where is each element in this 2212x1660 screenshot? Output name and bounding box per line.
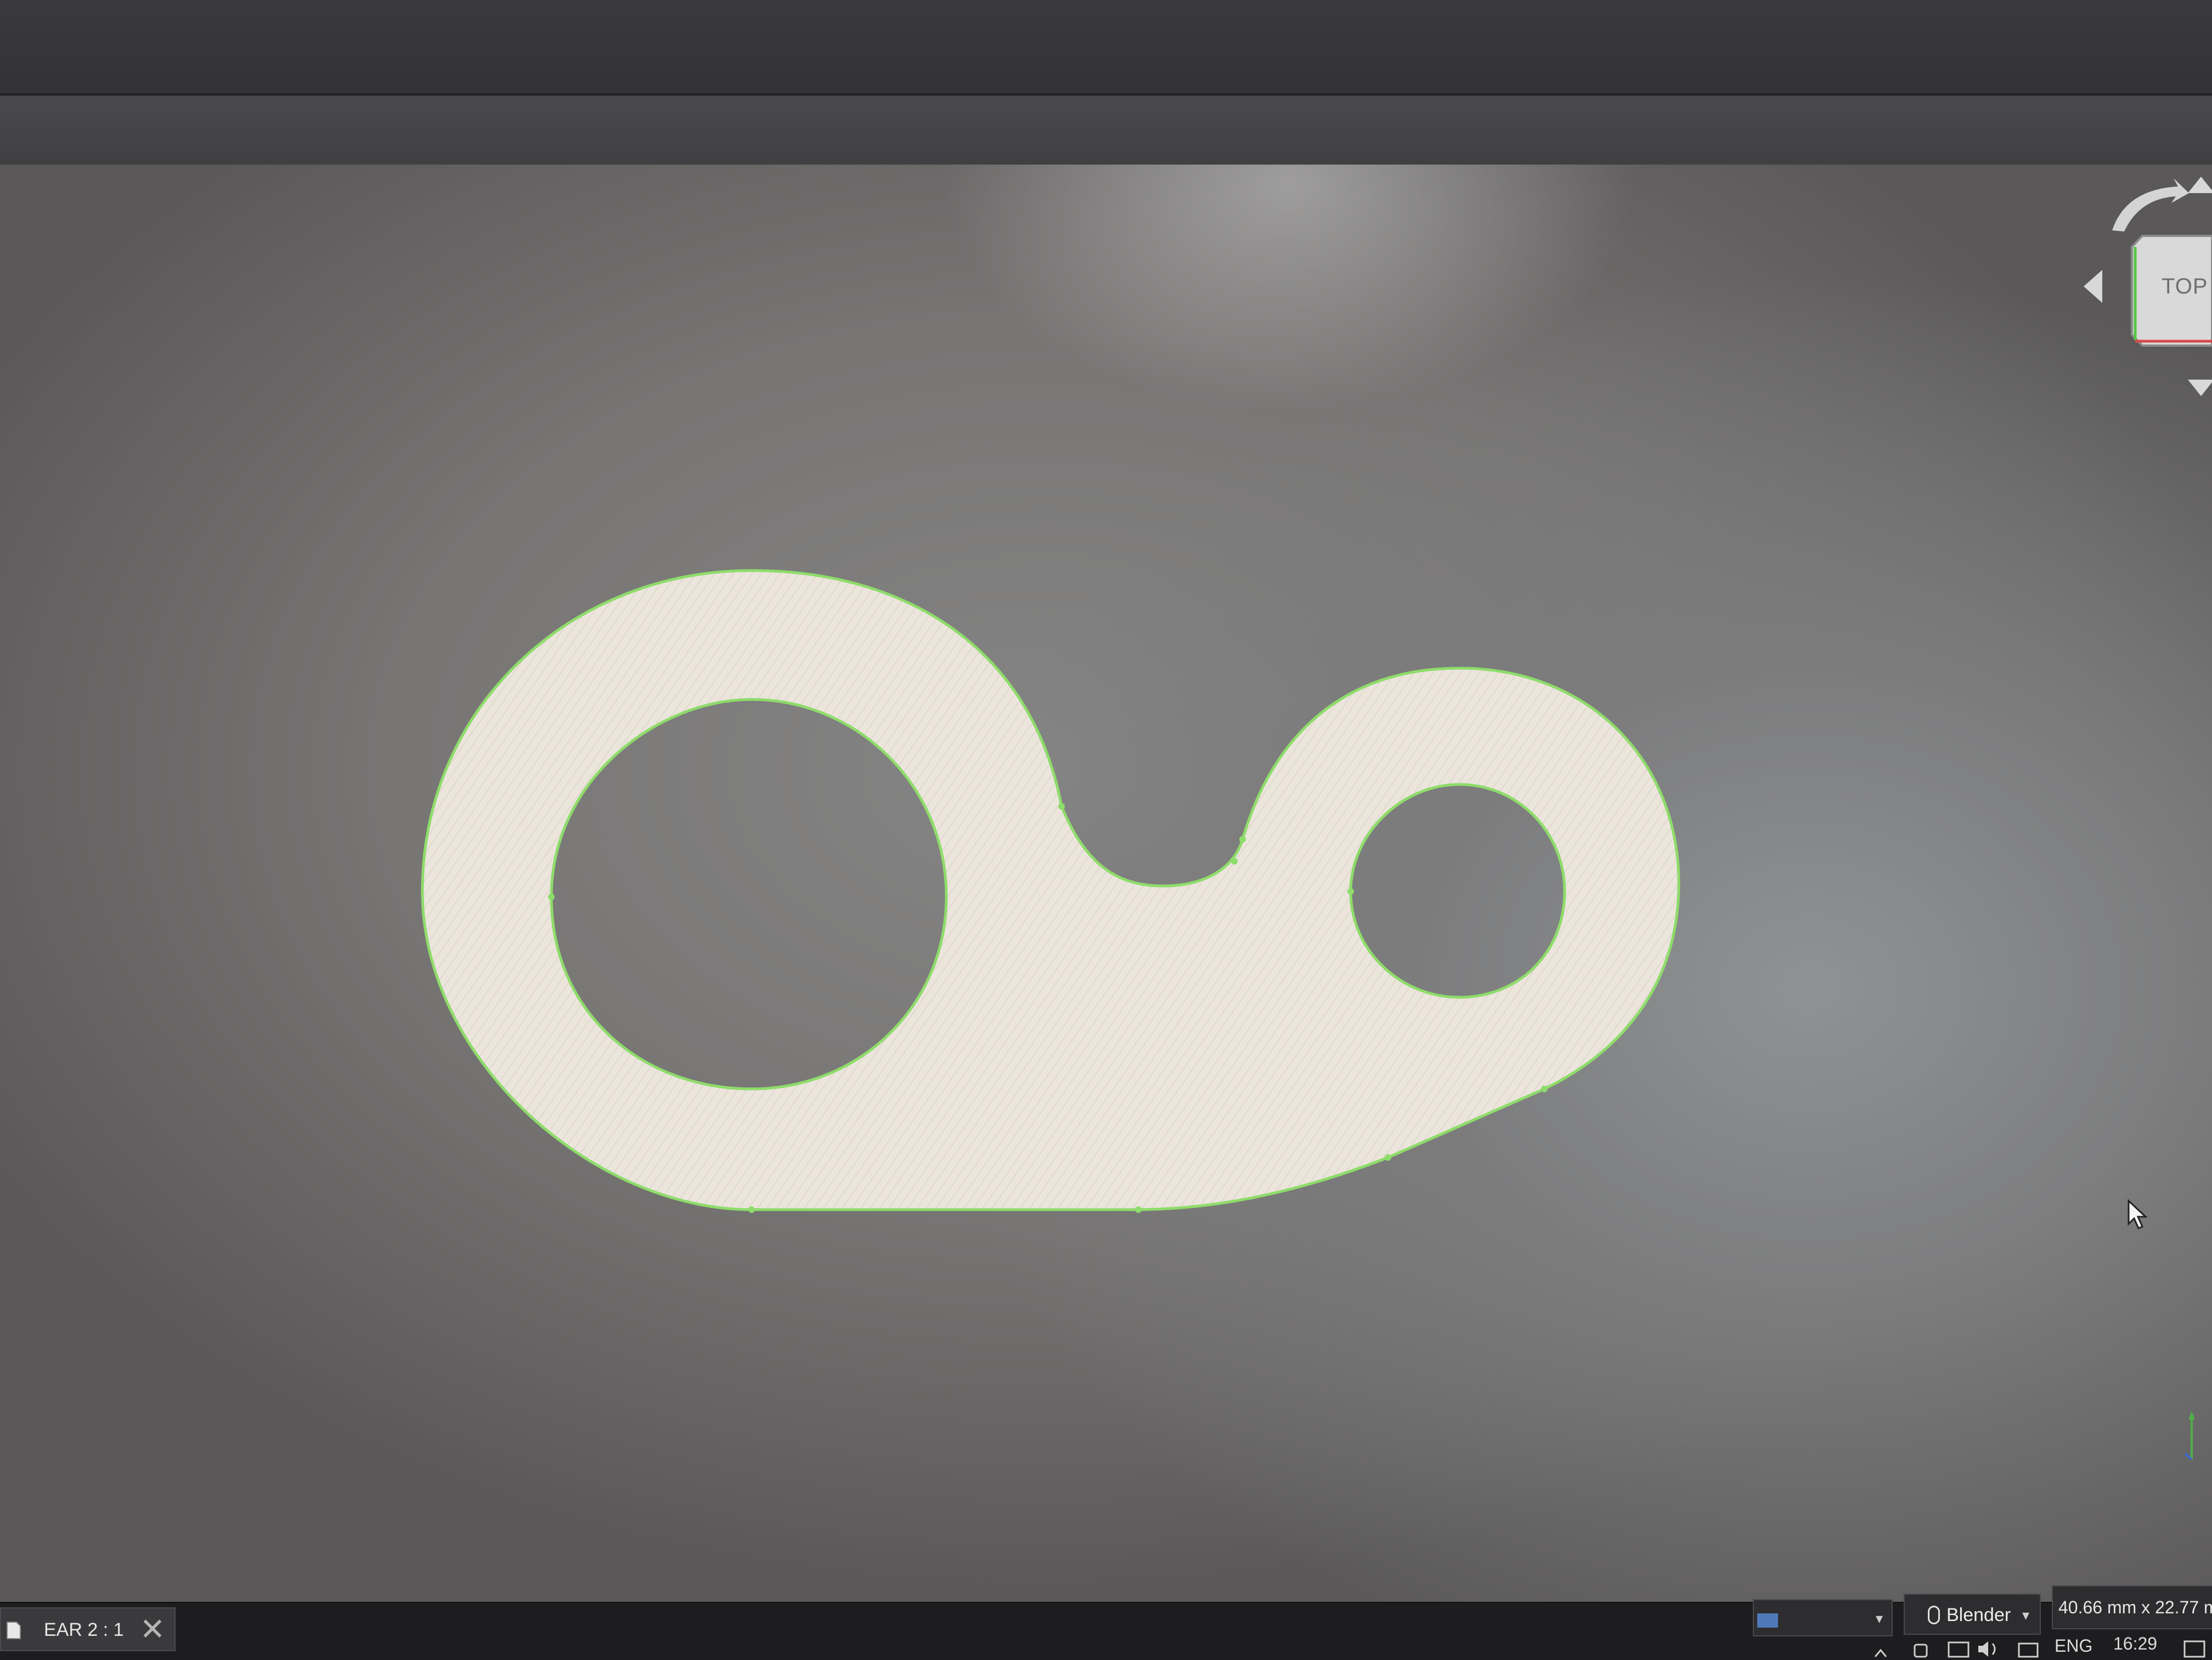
axis-indicator-icon bbox=[2184, 1411, 2195, 1460]
notification-icon[interactable] bbox=[2183, 1640, 2205, 1658]
display-icon[interactable] bbox=[1948, 1641, 1970, 1658]
network-icon[interactable] bbox=[1914, 1644, 1928, 1658]
arrow-down-icon[interactable] bbox=[2188, 380, 2212, 396]
draw-style-icon bbox=[1757, 1613, 1778, 1628]
part-outline[interactable] bbox=[421, 569, 1680, 1211]
window-top-strip bbox=[0, 0, 2212, 94]
system-tray bbox=[1874, 1640, 2205, 1658]
language-indicator[interactable]: ENG bbox=[2055, 1636, 2092, 1656]
taskbar-clock[interactable]: 16:29 bbox=[2113, 1634, 2157, 1654]
navcube-face-label: TOP bbox=[2162, 274, 2208, 298]
mouse-cursor-icon bbox=[2128, 1199, 2148, 1229]
chevron-down-icon: ▾ bbox=[2022, 1607, 2030, 1623]
arrow-left-icon[interactable] bbox=[2084, 270, 2102, 303]
arrow-up-icon[interactable] bbox=[2188, 177, 2212, 193]
document-tab[interactable]: EAR 2 : 1 ✕ bbox=[0, 1607, 176, 1651]
chevron-up-icon[interactable] bbox=[1874, 1648, 1887, 1657]
volume-icon[interactable] bbox=[1978, 1641, 1996, 1657]
3d-viewport[interactable] bbox=[0, 165, 2212, 1602]
navigation-style-dropdown[interactable]: Blender ▾ bbox=[1904, 1594, 2041, 1635]
rotate-arrow-icon[interactable] bbox=[2112, 178, 2189, 232]
dimensions-readout: 40.66 mm x 22.77 mm bbox=[2052, 1585, 2212, 1629]
close-icon[interactable]: ✕ bbox=[137, 1614, 168, 1645]
draw-style-dropdown[interactable]: ▾ bbox=[1753, 1599, 1893, 1636]
sketch-part[interactable] bbox=[0, 165, 2212, 1602]
mouse-icon bbox=[1928, 1606, 1940, 1624]
keyboard-icon[interactable] bbox=[2018, 1642, 2039, 1658]
chevron-down-icon: ▾ bbox=[1876, 1610, 1883, 1627]
document-icon bbox=[7, 1622, 21, 1639]
part-design-toolbar bbox=[0, 96, 2212, 247]
document-tab-label: EAR 2 : 1 bbox=[44, 1619, 124, 1640]
navigation-style-label: Blender bbox=[1946, 1605, 2011, 1625]
